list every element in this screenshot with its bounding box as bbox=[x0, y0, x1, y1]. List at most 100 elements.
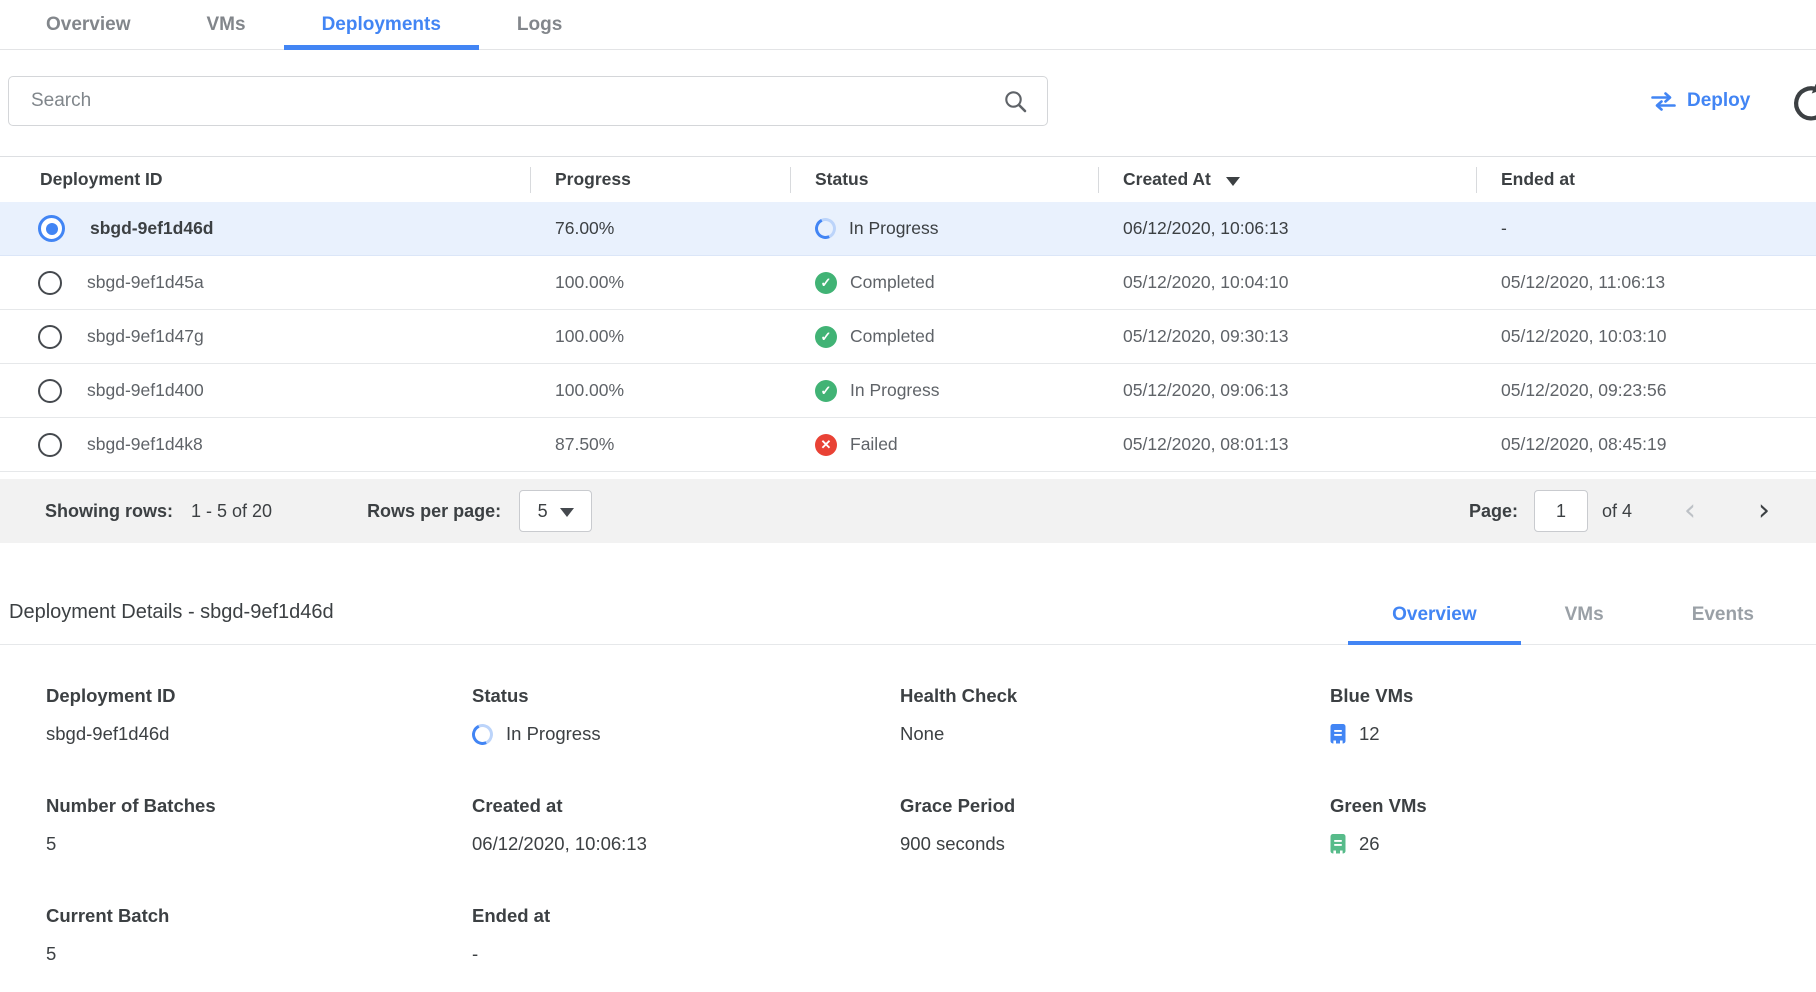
page-total: of 4 bbox=[1602, 501, 1632, 522]
details-tab-overview[interactable]: Overview bbox=[1348, 604, 1521, 645]
table-row[interactable]: sbgd-9ef1d400 100.00% ✓ In Progress 05/1… bbox=[0, 364, 1816, 418]
field-label: Current Batch bbox=[46, 905, 472, 927]
rows-per-page-select[interactable]: 5 bbox=[519, 490, 592, 532]
row-radio[interactable] bbox=[38, 215, 65, 242]
column-header-status[interactable]: Status bbox=[790, 157, 1098, 202]
field-current-batch: Current Batch 5 bbox=[46, 905, 472, 967]
field-label: Green VMs bbox=[1330, 795, 1816, 817]
column-header-ended-at[interactable]: Ended at bbox=[1476, 157, 1816, 202]
field-value: 5 bbox=[46, 831, 472, 857]
details-grid: Deployment ID sbgd-9ef1d46d Status In Pr… bbox=[0, 685, 1816, 967]
field-grace-period: Grace Period 900 seconds bbox=[900, 795, 1330, 857]
details-tab-events[interactable]: Events bbox=[1648, 604, 1798, 645]
table-row[interactable]: sbgd-9ef1d4k8 87.50% ✕ Failed 05/12/2020… bbox=[0, 418, 1816, 472]
deployment-id-cell: sbgd-9ef1d47g bbox=[87, 326, 204, 347]
status-label: Completed bbox=[850, 326, 935, 347]
check-circle-icon: ✓ bbox=[815, 326, 837, 348]
status-cell: ✓ In Progress bbox=[790, 380, 1098, 402]
swap-arrows-icon bbox=[1650, 92, 1677, 111]
field-deployment-id: Deployment ID sbgd-9ef1d46d bbox=[46, 685, 472, 747]
field-created-at: Created at 06/12/2020, 10:06:13 bbox=[472, 795, 900, 857]
deployment-id-cell: sbgd-9ef1d4k8 bbox=[87, 434, 203, 455]
status-cell: In Progress bbox=[790, 218, 1098, 239]
ended-at-cell: 05/12/2020, 11:06:13 bbox=[1476, 272, 1816, 293]
field-label: Health Check bbox=[900, 685, 1330, 707]
page-number-input[interactable] bbox=[1534, 490, 1588, 532]
chevron-down-icon bbox=[560, 508, 574, 517]
row-radio[interactable] bbox=[38, 271, 62, 295]
tab-vms[interactable]: VMs bbox=[169, 0, 284, 50]
rows-per-page-label: Rows per page: bbox=[367, 501, 501, 522]
progress-cell: 100.00% bbox=[530, 272, 790, 293]
created-at-cell: 05/12/2020, 08:01:13 bbox=[1098, 434, 1476, 455]
field-label: Created at bbox=[472, 795, 900, 817]
details-tab-vms[interactable]: VMs bbox=[1521, 604, 1648, 645]
row-radio[interactable] bbox=[38, 325, 62, 349]
field-label: Ended at bbox=[472, 905, 900, 927]
progress-cell: 87.50% bbox=[530, 434, 790, 455]
status-cell: ✓ Completed bbox=[790, 272, 1098, 294]
status-label: In Progress bbox=[850, 380, 939, 401]
field-blue-vms: Blue VMs 12 bbox=[1330, 685, 1816, 747]
green-vm-icon bbox=[1330, 834, 1346, 854]
check-circle-icon: ✓ bbox=[815, 272, 837, 294]
row-radio[interactable] bbox=[38, 379, 62, 403]
search-icon bbox=[1003, 89, 1028, 114]
field-value: 26 bbox=[1359, 833, 1380, 855]
field-label: Number of Batches bbox=[46, 795, 472, 817]
column-header-progress[interactable]: Progress bbox=[530, 157, 790, 202]
field-green-vms: Green VMs 26 bbox=[1330, 795, 1816, 857]
created-at-cell: 06/12/2020, 10:06:13 bbox=[1098, 218, 1476, 239]
status-cell: ✕ Failed bbox=[790, 434, 1098, 456]
field-number-of-batches: Number of Batches 5 bbox=[46, 795, 472, 857]
blue-vm-icon bbox=[1330, 724, 1346, 744]
check-circle-icon: ✓ bbox=[815, 380, 837, 402]
field-value: In Progress bbox=[506, 723, 601, 745]
page-label: Page: bbox=[1469, 501, 1518, 522]
progress-cell: 76.00% bbox=[530, 218, 790, 239]
showing-rows-label: Showing rows: bbox=[45, 501, 173, 522]
field-value: 06/12/2020, 10:06:13 bbox=[472, 831, 900, 857]
field-value: 900 seconds bbox=[900, 831, 1330, 857]
column-header-created-at-label: Created At bbox=[1123, 169, 1211, 190]
details-tab-bar: Overview VMs Events bbox=[1348, 604, 1798, 644]
search-field-wrap bbox=[8, 76, 1048, 126]
field-value: - bbox=[472, 941, 900, 967]
status-label: Failed bbox=[850, 434, 898, 455]
column-header-created-at[interactable]: Created At bbox=[1098, 157, 1476, 202]
deployment-id-cell: sbgd-9ef1d46d bbox=[90, 218, 214, 239]
table-row[interactable]: sbgd-9ef1d46d 76.00% In Progress 06/12/2… bbox=[0, 202, 1816, 256]
x-circle-icon: ✕ bbox=[815, 434, 837, 456]
table-footer: Showing rows: 1 - 5 of 20 Rows per page:… bbox=[0, 479, 1816, 543]
deployment-id-cell: sbgd-9ef1d45a bbox=[87, 272, 204, 293]
progress-cell: 100.00% bbox=[530, 326, 790, 347]
field-ended-at: Ended at - bbox=[472, 905, 900, 967]
row-radio[interactable] bbox=[38, 433, 62, 457]
details-header: Deployment Details - sbgd-9ef1d46d Overv… bbox=[0, 601, 1816, 645]
created-at-cell: 05/12/2020, 10:04:10 bbox=[1098, 272, 1476, 293]
field-value: 12 bbox=[1359, 723, 1380, 745]
search-input[interactable] bbox=[8, 76, 1048, 126]
tab-logs[interactable]: Logs bbox=[479, 0, 600, 50]
sort-desc-icon bbox=[1226, 177, 1240, 186]
field-label: Status bbox=[472, 685, 900, 707]
column-header-deployment-id[interactable]: Deployment ID bbox=[0, 157, 530, 202]
field-status: Status In Progress bbox=[472, 685, 900, 747]
deploy-button[interactable]: Deploy bbox=[1650, 90, 1750, 112]
ended-at-cell: - bbox=[1476, 218, 1816, 239]
table-row[interactable]: sbgd-9ef1d45a 100.00% ✓ Completed 05/12/… bbox=[0, 256, 1816, 310]
previous-page-icon[interactable]: ‹ bbox=[1684, 496, 1696, 526]
tab-deployments[interactable]: Deployments bbox=[284, 0, 479, 50]
next-page-icon[interactable]: › bbox=[1758, 496, 1770, 526]
field-value: 5 bbox=[46, 941, 472, 967]
status-cell: ✓ Completed bbox=[790, 326, 1098, 348]
spinner-icon bbox=[812, 215, 839, 242]
table-row[interactable]: sbgd-9ef1d47g 100.00% ✓ Completed 05/12/… bbox=[0, 310, 1816, 364]
field-value: None bbox=[900, 721, 1330, 747]
ended-at-cell: 05/12/2020, 10:03:10 bbox=[1476, 326, 1816, 347]
created-at-cell: 05/12/2020, 09:06:13 bbox=[1098, 380, 1476, 401]
tab-overview[interactable]: Overview bbox=[8, 0, 169, 50]
deployment-id-cell: sbgd-9ef1d400 bbox=[87, 380, 204, 401]
ended-at-cell: 05/12/2020, 08:45:19 bbox=[1476, 434, 1816, 455]
refresh-icon[interactable] bbox=[1789, 81, 1816, 125]
